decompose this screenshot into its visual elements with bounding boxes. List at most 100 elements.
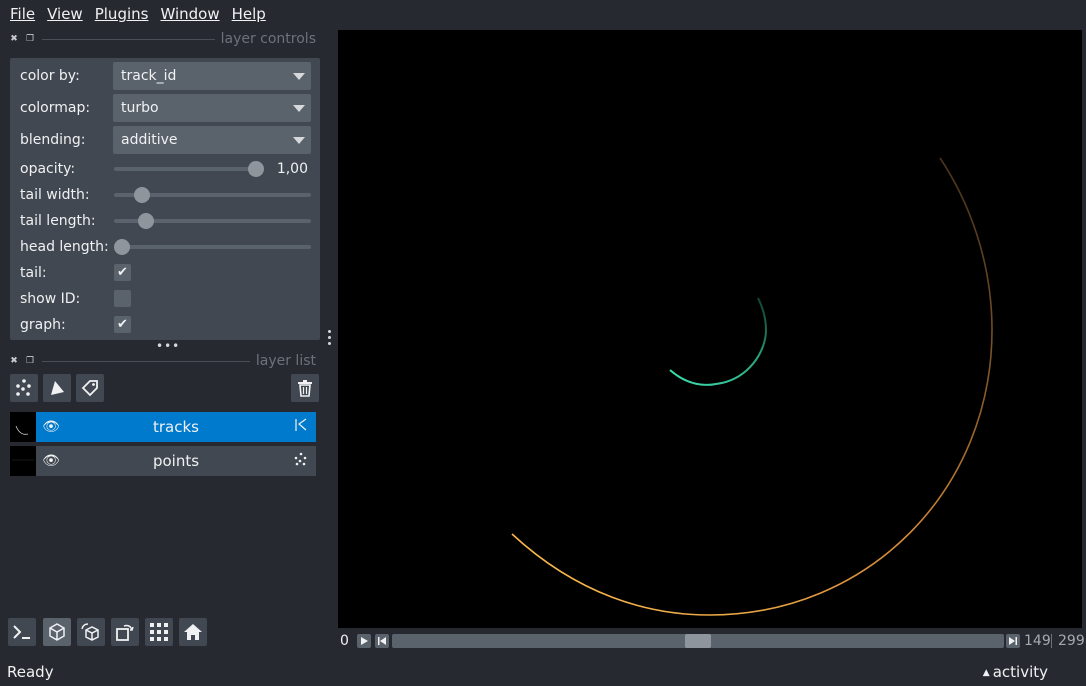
blending-row: blending: additive bbox=[10, 126, 320, 154]
head-length-slider-handle[interactable] bbox=[114, 239, 130, 255]
tail-length-slider[interactable] bbox=[114, 213, 311, 229]
status-bar: Ready ▲ activity bbox=[0, 660, 1086, 684]
skip-back-icon bbox=[378, 637, 386, 645]
shapes-icon bbox=[51, 381, 64, 395]
dock-splitter-handle[interactable] bbox=[326, 330, 332, 350]
graph-label: graph: bbox=[20, 317, 66, 333]
layer-list-title: layer list bbox=[255, 353, 316, 369]
dock-float-icon[interactable]: ❐ bbox=[26, 34, 34, 44]
layer-thumbnail bbox=[10, 446, 36, 476]
tail-length-slider-handle[interactable] bbox=[138, 213, 154, 229]
rotate-cube-icon bbox=[81, 623, 99, 641]
tracks-layer-icon bbox=[286, 418, 316, 436]
layer-item-points[interactable]: 👁︎ points bbox=[10, 446, 316, 476]
status-text: Ready bbox=[7, 663, 54, 681]
new-points-layer-button[interactable] bbox=[10, 374, 38, 402]
show-id-label: show ID: bbox=[20, 291, 81, 307]
dock-float-icon[interactable]: ❐ bbox=[26, 356, 34, 366]
menu-window[interactable]: Window bbox=[154, 0, 225, 28]
color-by-dropdown[interactable]: track_id bbox=[113, 62, 311, 90]
inner-track-path bbox=[669, 297, 768, 386]
menu-view-label: View bbox=[47, 5, 83, 23]
step-forward-button[interactable] bbox=[1006, 634, 1020, 648]
roll-dimensions-button[interactable] bbox=[77, 618, 105, 646]
layer-name[interactable]: points bbox=[66, 452, 286, 470]
layer-controls-panel: color by: track_id colormap: turbo blend… bbox=[10, 58, 320, 340]
grid-view-button[interactable] bbox=[145, 618, 173, 646]
opacity-label: opacity: bbox=[20, 161, 76, 177]
points-icon bbox=[16, 379, 31, 396]
opacity-slider[interactable] bbox=[114, 161, 264, 177]
tail-row: tail: ✔ bbox=[10, 260, 320, 286]
blending-value: additive bbox=[121, 132, 178, 148]
visibility-eye-icon[interactable]: 👁︎ bbox=[36, 453, 66, 469]
activity-label: activity bbox=[992, 663, 1048, 681]
head-length-slider[interactable] bbox=[114, 239, 311, 255]
dock-close-icon[interactable]: ✖ bbox=[10, 356, 18, 366]
dock-resize-grip[interactable]: ••• bbox=[156, 340, 180, 352]
colormap-dropdown[interactable]: turbo bbox=[113, 94, 311, 122]
points-layer-icon bbox=[286, 452, 316, 470]
tail-length-label: tail length: bbox=[20, 213, 96, 229]
viewer-canvas[interactable] bbox=[338, 30, 1082, 628]
activity-toggle[interactable]: ▲ activity bbox=[983, 660, 1048, 685]
step-back-button[interactable] bbox=[375, 634, 389, 648]
colormap-label: colormap: bbox=[20, 100, 91, 116]
chevron-down-icon bbox=[293, 137, 305, 144]
menu-help-label: Help bbox=[231, 5, 266, 23]
tail-width-slider-handle[interactable] bbox=[134, 187, 150, 203]
new-labels-layer-button[interactable] bbox=[76, 374, 104, 402]
menu-file-label: File bbox=[10, 5, 36, 23]
layer-controls-title: layer controls bbox=[220, 31, 316, 47]
tail-checkbox[interactable]: ✔ bbox=[114, 264, 131, 281]
graph-row: graph: ✔ bbox=[10, 312, 320, 338]
grid-icon bbox=[150, 623, 168, 641]
opacity-slider-track bbox=[114, 167, 264, 171]
menu-view[interactable]: View bbox=[41, 0, 89, 28]
transpose-icon bbox=[116, 624, 134, 641]
show-id-checkbox[interactable] bbox=[114, 290, 131, 307]
layer-name[interactable]: tracks bbox=[66, 418, 286, 436]
dock-title-divider bbox=[42, 360, 250, 362]
play-icon bbox=[361, 637, 368, 645]
ndisplay-toggle-button[interactable] bbox=[43, 618, 71, 646]
blending-label: blending: bbox=[20, 132, 86, 148]
dock-close-icon[interactable]: ✖ bbox=[10, 34, 18, 44]
label-tag-icon bbox=[81, 380, 98, 397]
colormap-value: turbo bbox=[121, 100, 159, 116]
opacity-slider-handle[interactable] bbox=[248, 161, 264, 177]
menubar: File View Plugins Window Help bbox=[0, 0, 1086, 28]
menu-file[interactable]: File bbox=[4, 0, 41, 28]
transpose-dimensions-button[interactable] bbox=[111, 618, 139, 646]
layer-item-tracks[interactable]: 👁︎ tracks bbox=[10, 412, 316, 442]
tail-length-row: tail length: bbox=[10, 208, 320, 234]
head-length-row: head length: bbox=[10, 234, 320, 260]
console-button[interactable] bbox=[8, 618, 36, 646]
play-button[interactable] bbox=[357, 634, 371, 648]
max-frame-label[interactable]: 299 bbox=[1058, 630, 1086, 652]
tracks-plot bbox=[511, 157, 993, 616]
delete-layer-button[interactable] bbox=[291, 374, 319, 402]
home-icon bbox=[184, 624, 202, 640]
graph-checkbox[interactable]: ✔ bbox=[114, 316, 131, 333]
time-slider-handle[interactable] bbox=[685, 634, 711, 648]
visibility-eye-icon[interactable]: 👁︎ bbox=[36, 419, 66, 435]
menu-help[interactable]: Help bbox=[226, 0, 272, 28]
blending-dropdown[interactable]: additive bbox=[113, 126, 311, 154]
current-frame-label[interactable]: 149 bbox=[1024, 630, 1051, 652]
layer-list-dock-title: ✖ ❐ layer list bbox=[10, 352, 316, 370]
layer-thumbnail bbox=[10, 412, 36, 442]
dims-slider-bar: 0 149 299 bbox=[338, 630, 1086, 652]
dock-title-divider bbox=[42, 38, 215, 40]
new-shapes-layer-button[interactable] bbox=[43, 374, 71, 402]
opacity-value[interactable]: 1,00 bbox=[277, 156, 308, 182]
color-by-value: track_id bbox=[121, 68, 177, 84]
time-slider[interactable] bbox=[392, 634, 1004, 648]
menu-plugins[interactable]: Plugins bbox=[89, 0, 155, 28]
home-reset-view-button[interactable] bbox=[179, 618, 207, 646]
cube-wireframe-icon bbox=[49, 623, 65, 641]
tail-label: tail: bbox=[20, 265, 47, 281]
tail-width-slider[interactable] bbox=[114, 187, 311, 203]
napari-window: File View Plugins Window Help ✖ ❐ layer … bbox=[0, 0, 1086, 686]
chevron-down-icon bbox=[293, 73, 305, 80]
